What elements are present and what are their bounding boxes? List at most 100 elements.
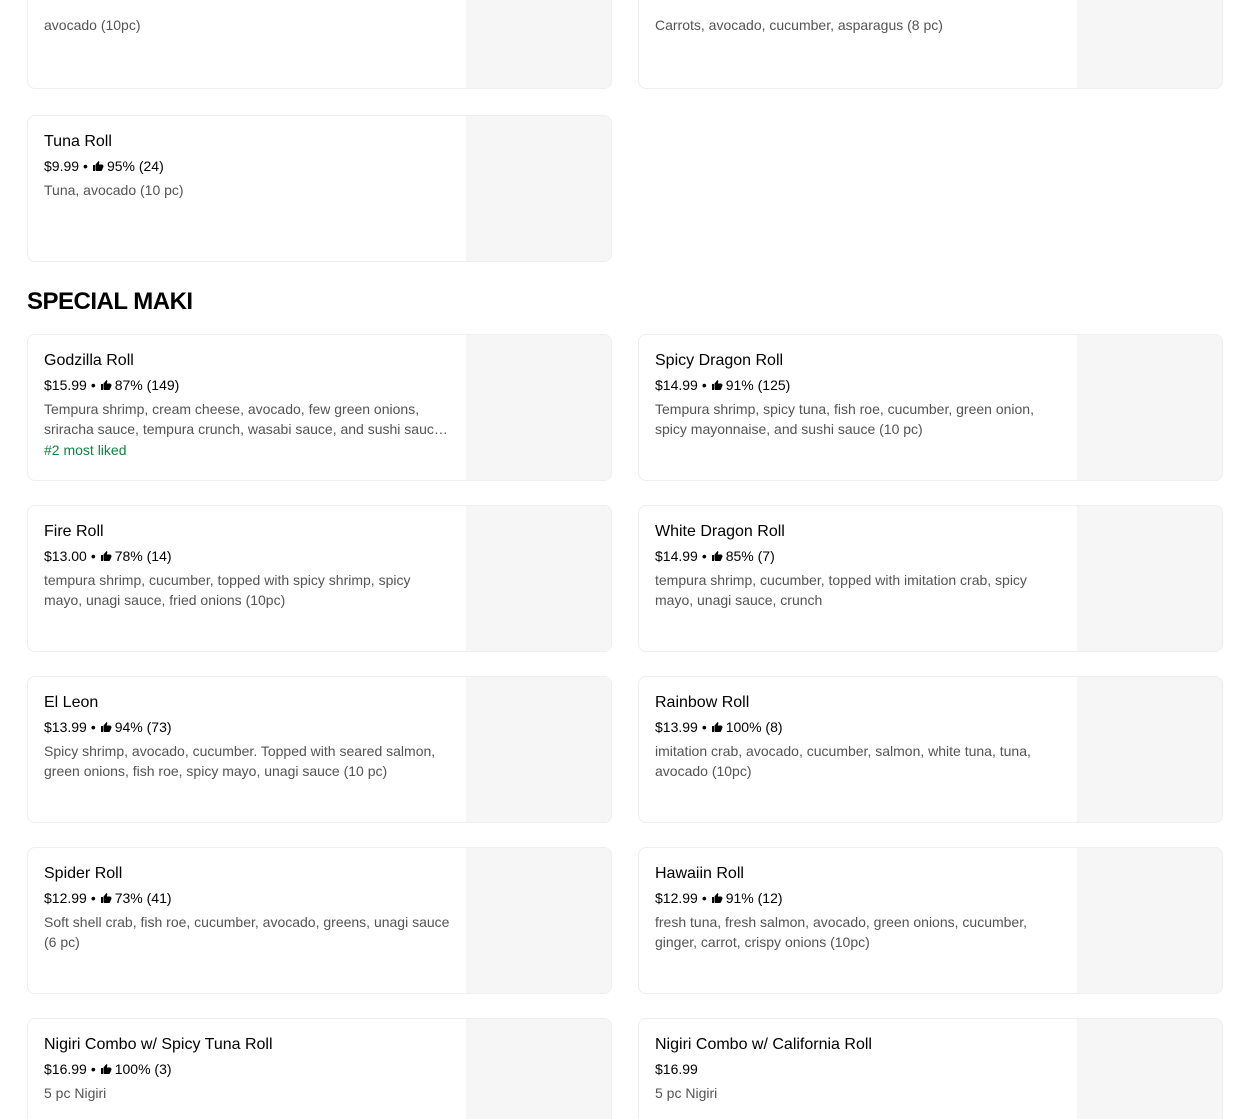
menu-item-body: White Dragon Roll $14.99 • 85% (7) tempura s… — [655, 522, 1063, 610]
menu-item-rating: 85% (7) — [725, 548, 775, 564]
section-title: SPECIAL MAKI — [27, 288, 193, 315]
menu-item-meta: $13.00 • 78% (14) — [44, 546, 452, 566]
menu-item-price: $16.99 — [655, 1061, 698, 1077]
menu-item-price: $14.99 — [655, 377, 698, 393]
menu-item-body: Hawaiin Roll $12.99 • 91% (12) fresh tuna, f… — [655, 864, 1063, 952]
menu-item-image — [1077, 0, 1222, 88]
menu-item-description: 5 pc Nigiri — [44, 1085, 107, 1101]
menu-item-meta: $12.99 • 73% (41) — [44, 888, 452, 908]
menu-item-description: Tempura shrimp, cream cheese, avocado, f… — [44, 401, 442, 437]
thumbs-up-icon — [711, 551, 723, 561]
menu-item-image — [466, 848, 611, 993]
menu-item-card[interactable]: avocado (10pc) — [27, 0, 612, 89]
menu-item-price: $16.99 — [44, 1061, 87, 1077]
menu-item-name: Godzilla Roll — [44, 352, 134, 369]
thumbs-up-icon — [711, 380, 723, 390]
menu-item-body: Nigiri Combo w/ Spicy Tuna Roll $16.99 • 10… — [44, 1035, 452, 1103]
thumbs-up-icon — [100, 380, 112, 390]
separator-dot: • — [90, 377, 96, 393]
thumbs-up-icon — [711, 722, 723, 732]
menu-item-description: Soft shell crab, fish roe, cucumber, avo… — [44, 914, 450, 950]
menu-item-name: Hawaiin Roll — [655, 865, 744, 882]
menu-item-meta: $14.99 • 85% (7) — [655, 546, 1063, 566]
menu-item-body: Rainbow Roll $13.99 • 100% (8) imitation cra… — [655, 693, 1063, 781]
menu-item-rating: 94% (73) — [114, 719, 172, 735]
menu-item-name: Rainbow Roll — [655, 694, 750, 711]
menu-item-card[interactable]: El Leon $13.99 • 94% (73) Spicy shrimp, avoc… — [27, 676, 612, 823]
menu-item-card[interactable]: Spider Roll $12.99 • 73% (41) Soft shell cra… — [27, 847, 612, 994]
menu-item-meta: $13.99 • 94% (73) — [44, 717, 452, 737]
menu-item-description: Tempura shrimp, spicy tuna, fish roe, cu… — [655, 401, 1034, 437]
thumbs-up-icon — [711, 893, 723, 903]
most-liked-badge: #2 most liked — [44, 442, 127, 458]
menu-item-name: Tuna Roll — [44, 133, 112, 150]
menu-item-price: $13.00 — [44, 548, 87, 564]
menu-item-description: Tuna, avocado (10 pc) — [44, 182, 184, 198]
separator-dot: • — [701, 377, 707, 393]
menu-item-description: Spicy shrimp, avocado, cucumber. Topped … — [44, 743, 436, 779]
menu-page: avocado (10pc) Carrots, avocado, cucumbe… — [0, 0, 1250, 1119]
menu-item-body: Spicy Dragon Roll $14.99 • 91% (125) Tempura… — [655, 351, 1063, 439]
menu-item-price: $12.99 — [44, 890, 87, 906]
menu-item-rating: 100% (3) — [114, 1061, 172, 1077]
menu-item-body: avocado (10pc) — [44, 11, 452, 35]
menu-item-rating: 78% (14) — [114, 548, 172, 564]
menu-item-rating: 95% (24) — [106, 158, 164, 174]
menu-item-card[interactable]: Spicy Dragon Roll $14.99 • 91% (125) Tempura… — [638, 334, 1223, 481]
menu-item-rating: 91% (12) — [725, 890, 783, 906]
menu-item-meta: $14.99 • 91% (125) — [655, 375, 1063, 395]
separator-dot: • — [90, 548, 96, 564]
separator-dot: • — [83, 158, 88, 174]
menu-item-meta: $13.99 • 100% (8) — [655, 717, 1063, 737]
thumbs-up-icon — [92, 161, 104, 171]
menu-item-card[interactable]: Godzilla Roll $15.99 • 87% (149) Tempura shr… — [27, 334, 612, 481]
menu-item-image — [1077, 506, 1222, 651]
menu-item-rating: 87% (149) — [114, 377, 180, 393]
menu-item-card[interactable]: Nigiri Combo w/ Spicy Tuna Roll $16.99 • 10… — [27, 1018, 612, 1119]
menu-item-name: Nigiri Combo w/ California Roll — [655, 1036, 872, 1053]
menu-item-image — [466, 506, 611, 651]
menu-item-meta: $16.99 — [655, 1059, 1063, 1079]
separator-dot: • — [90, 719, 96, 735]
menu-item-image — [466, 677, 611, 822]
menu-item-description: tempura shrimp, cucumber, topped with im… — [655, 572, 1027, 608]
menu-item-body: Godzilla Roll $15.99 • 87% (149) Tempura shr… — [44, 351, 452, 459]
menu-item-name: Fire Roll — [44, 523, 104, 540]
menu-item-image — [1077, 1019, 1222, 1119]
menu-item-rating: 91% (125) — [725, 377, 791, 393]
menu-item-rating: 100% (8) — [725, 719, 783, 735]
menu-item-card[interactable]: Fire Roll $13.00 • 78% (14) tempura shrimp, … — [27, 505, 612, 652]
menu-item-card[interactable]: Carrots, avocado, cucumber, asparagus (8… — [638, 0, 1223, 89]
menu-item-card[interactable]: Rainbow Roll $13.99 • 100% (8) imitation cra… — [638, 676, 1223, 823]
menu-item-description: Carrots, avocado, cucumber, asparagus (8… — [655, 17, 943, 33]
menu-item-body: Tuna Roll $9.99 • 95% (24) Tuna, avocado… — [44, 132, 452, 200]
menu-item-card[interactable]: Tuna Roll $9.99 • 95% (24) Tuna, avocado… — [27, 115, 612, 262]
menu-item-price: $15.99 — [44, 377, 87, 393]
menu-item-price: $13.99 — [44, 719, 87, 735]
menu-item-image — [466, 116, 611, 261]
menu-item-body: Fire Roll $13.00 • 78% (14) tempura shrimp, … — [44, 522, 452, 610]
menu-item-card[interactable]: Hawaiin Roll $12.99 • 91% (12) fresh tuna, f… — [638, 847, 1223, 994]
menu-item-card[interactable]: Nigiri Combo w/ California Roll $16.99 5 p… — [638, 1018, 1223, 1119]
separator-dot: • — [701, 890, 707, 906]
menu-item-image — [1077, 677, 1222, 822]
menu-item-body: El Leon $13.99 • 94% (73) Spicy shrimp, avoc… — [44, 693, 452, 781]
menu-item-name: Nigiri Combo w/ Spicy Tuna Roll — [44, 1036, 273, 1053]
thumbs-up-icon — [100, 722, 112, 732]
thumbs-up-icon — [100, 1064, 112, 1074]
menu-item-price: $12.99 — [655, 890, 698, 906]
menu-item-name: Spicy Dragon Roll — [655, 352, 784, 369]
menu-item-rating: 73% (41) — [114, 890, 172, 906]
menu-item-meta: $15.99 • 87% (149) — [44, 375, 452, 395]
menu-item-card[interactable]: White Dragon Roll $14.99 • 85% (7) tempura s… — [638, 505, 1223, 652]
menu-item-description: avocado (10pc) — [44, 17, 141, 33]
menu-item-name: Spider Roll — [44, 865, 123, 882]
menu-item-meta: $16.99 • 100% (3) — [44, 1059, 452, 1079]
separator-dot: • — [701, 548, 707, 564]
thumbs-up-icon — [100, 551, 112, 561]
menu-item-body: Spider Roll $12.99 • 73% (41) Soft shell cra… — [44, 864, 452, 952]
menu-item-name: White Dragon Roll — [655, 523, 785, 540]
menu-item-image — [1077, 848, 1222, 993]
menu-item-image — [1077, 335, 1222, 480]
menu-item-description: fresh tuna, fresh salmon, avocado, green… — [655, 914, 1027, 950]
